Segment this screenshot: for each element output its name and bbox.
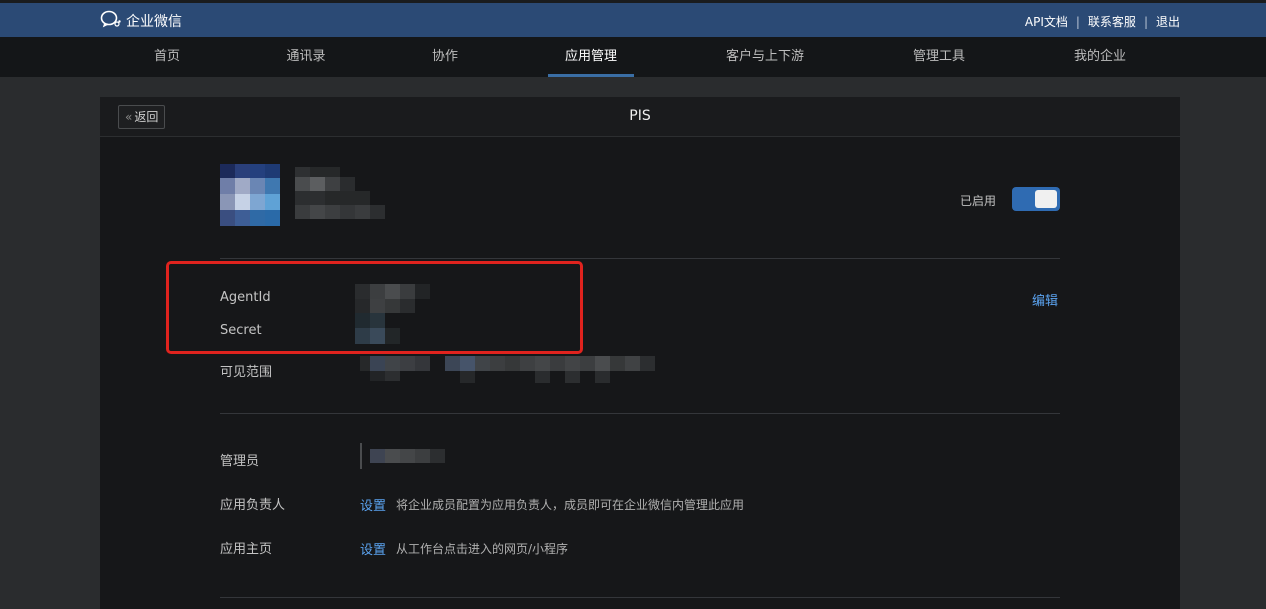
- separator: |: [1143, 14, 1148, 29]
- logo[interactable]: 企业微信: [100, 10, 182, 32]
- app-owner-description: 将企业成员配置为应用负责人，成员即可在企业微信内管理此应用: [396, 498, 745, 512]
- app-homepage-label: 应用主页: [220, 542, 273, 557]
- app-name-redacted: [295, 167, 385, 225]
- separator: |: [1075, 14, 1080, 29]
- nav-app-management[interactable]: 应用管理: [548, 37, 634, 77]
- wework-logo-icon: [100, 10, 126, 32]
- logo-text: 企业微信: [126, 14, 182, 30]
- app-homepage-row: 设置 从工作台点击进入的网页/小程序: [360, 539, 568, 558]
- logout-link[interactable]: 退出: [1156, 13, 1180, 30]
- visible-range-label: 可见范围: [220, 365, 273, 380]
- nav-my-company[interactable]: 我的企业: [1066, 37, 1134, 77]
- highlight-box: [166, 261, 583, 354]
- visible-range-value-redacted: [360, 356, 656, 390]
- page-title: PIS: [629, 108, 651, 124]
- app-icon[interactable]: [220, 164, 280, 226]
- contact-support-link[interactable]: 联系客服: [1088, 13, 1136, 30]
- api-docs-link[interactable]: API文档: [1025, 13, 1068, 30]
- toggle-knob: [1035, 190, 1057, 208]
- admin-label: 管理员: [220, 454, 260, 469]
- top-bar: 企业微信 API文档 | 联系客服 | 退出: [0, 0, 1266, 37]
- app-owner-label: 应用负责人: [220, 498, 286, 513]
- nav-home[interactable]: 首页: [146, 37, 188, 77]
- app-homepage-description: 从工作台点击进入的网页/小程序: [396, 542, 569, 556]
- divider: [220, 413, 1060, 414]
- edit-link[interactable]: 编辑: [1032, 290, 1058, 309]
- panel-header: «返回 PIS: [100, 97, 1180, 137]
- admin-value-redacted: [360, 443, 446, 475]
- app-owner-row: 设置 将企业成员配置为应用负责人，成员即可在企业微信内管理此应用: [360, 495, 744, 514]
- set-homepage-link[interactable]: 设置: [360, 539, 386, 558]
- app-detail-panel: «返回 PIS 已启用 AgentId Secret 编辑 可见范围 管理员 应…: [100, 97, 1180, 609]
- status-label: 已启用: [960, 194, 997, 208]
- divider: [220, 597, 1060, 598]
- main-nav: 首页 通讯录 协作 应用管理 客户与上下游 管理工具 我的企业: [0, 37, 1266, 77]
- nav-customers[interactable]: 客户与上下游: [718, 37, 812, 77]
- divider: [220, 258, 1060, 259]
- nav-collaboration[interactable]: 协作: [424, 37, 466, 77]
- nav-contacts[interactable]: 通讯录: [280, 37, 332, 77]
- top-links: API文档 | 联系客服 | 退出: [1025, 13, 1180, 30]
- set-owner-link[interactable]: 设置: [360, 495, 386, 514]
- nav-admin-tools[interactable]: 管理工具: [906, 37, 972, 77]
- enable-toggle[interactable]: [1012, 187, 1060, 211]
